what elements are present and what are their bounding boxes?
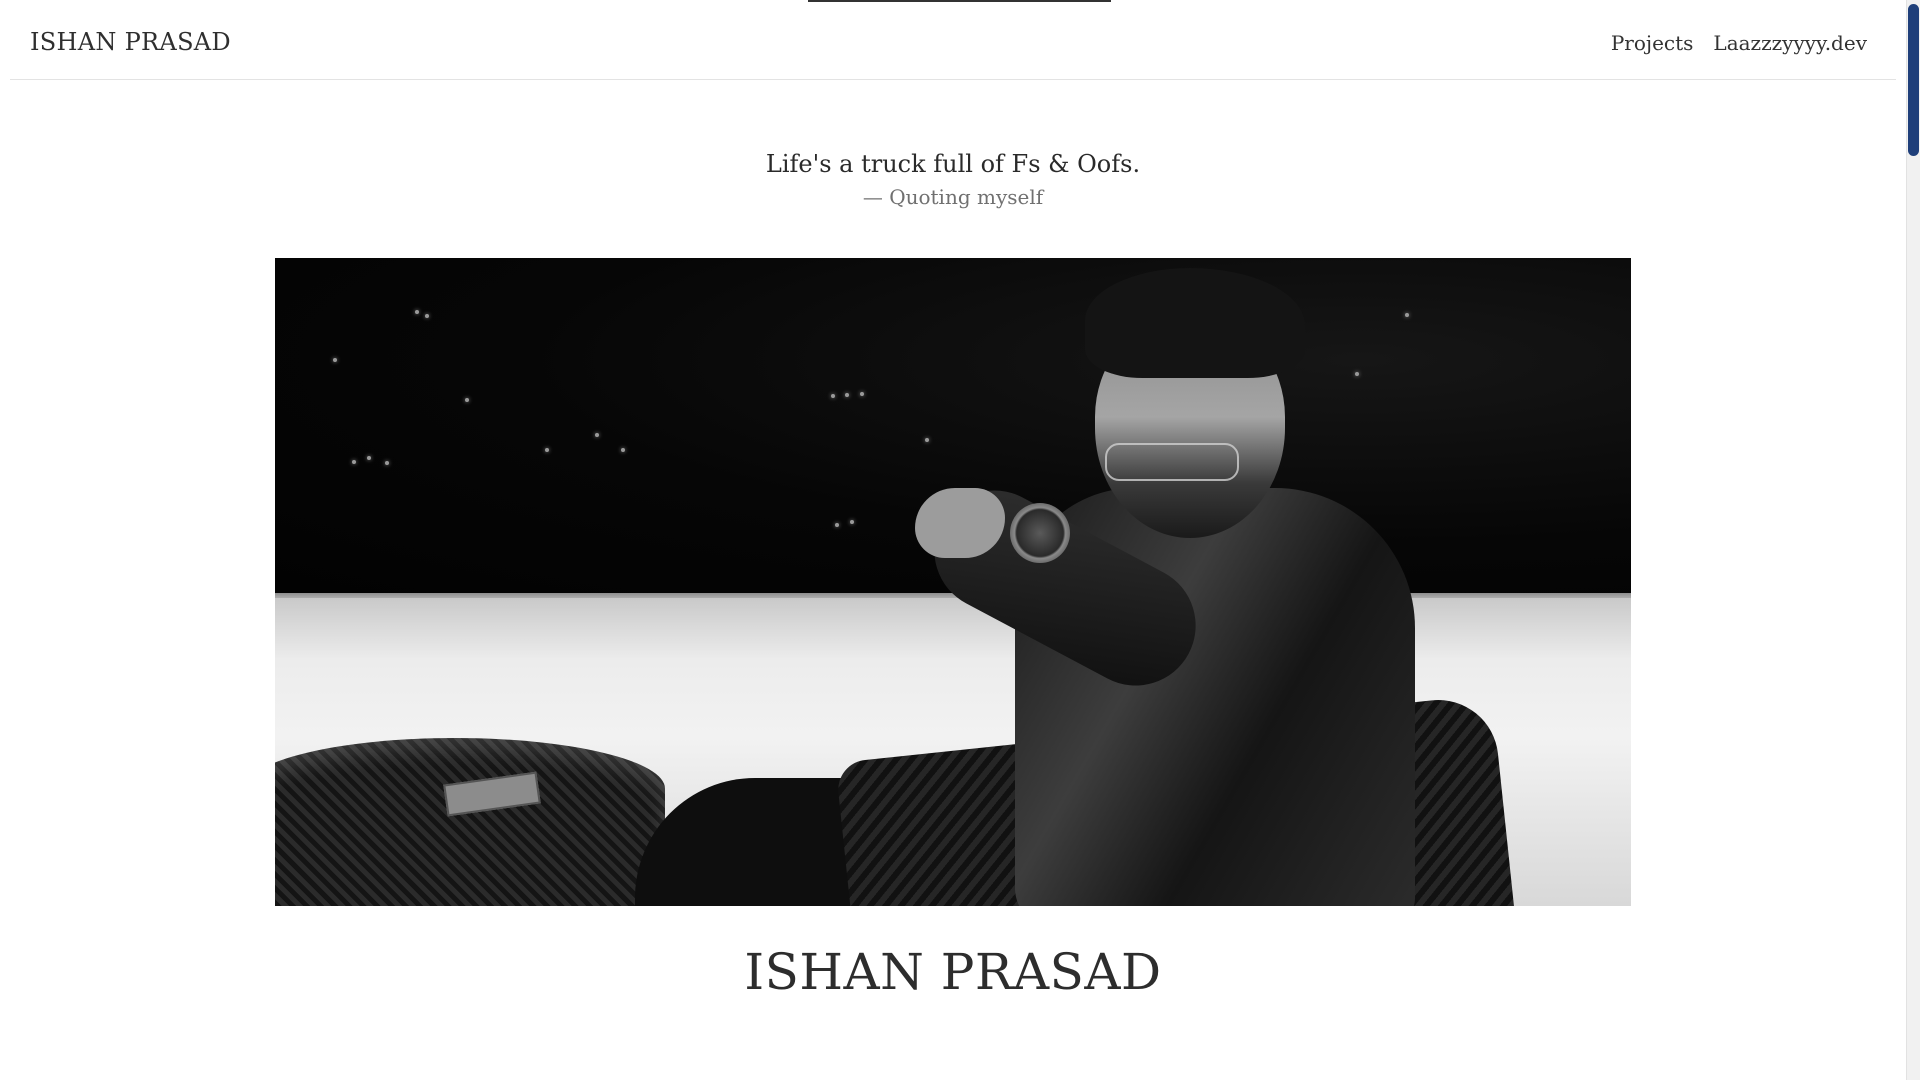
- wicker-table: [275, 738, 665, 906]
- brand-link[interactable]: ISHAN PRASAD: [30, 28, 231, 56]
- scrollbar-thumb[interactable]: [1908, 4, 1919, 156]
- person-hand: [915, 488, 1005, 558]
- quote-author: — Quoting myself: [862, 185, 1044, 209]
- hero-image: [275, 258, 1631, 906]
- person-hair: [1085, 268, 1305, 378]
- name-heading: ISHAN PRASAD: [744, 943, 1162, 1001]
- eyeglasses: [1105, 443, 1239, 481]
- scrollbar[interactable]: [1906, 0, 1920, 1080]
- navbar: ISHAN PRASAD Projects Laazzzyyyy.dev: [10, 0, 1896, 80]
- wristwatch: [1010, 503, 1070, 563]
- nav-links: Projects Laazzzyyyy.dev: [1611, 31, 1867, 55]
- quote-block: Life's a truck full of Fs & Oofs. — Quot…: [0, 150, 1906, 209]
- quote-text: Life's a truck full of Fs & Oofs.: [765, 150, 1141, 178]
- nav-link-laazzzyyyy-dev[interactable]: Laazzzyyyy.dev: [1713, 31, 1867, 55]
- nav-link-projects[interactable]: Projects: [1611, 31, 1694, 55]
